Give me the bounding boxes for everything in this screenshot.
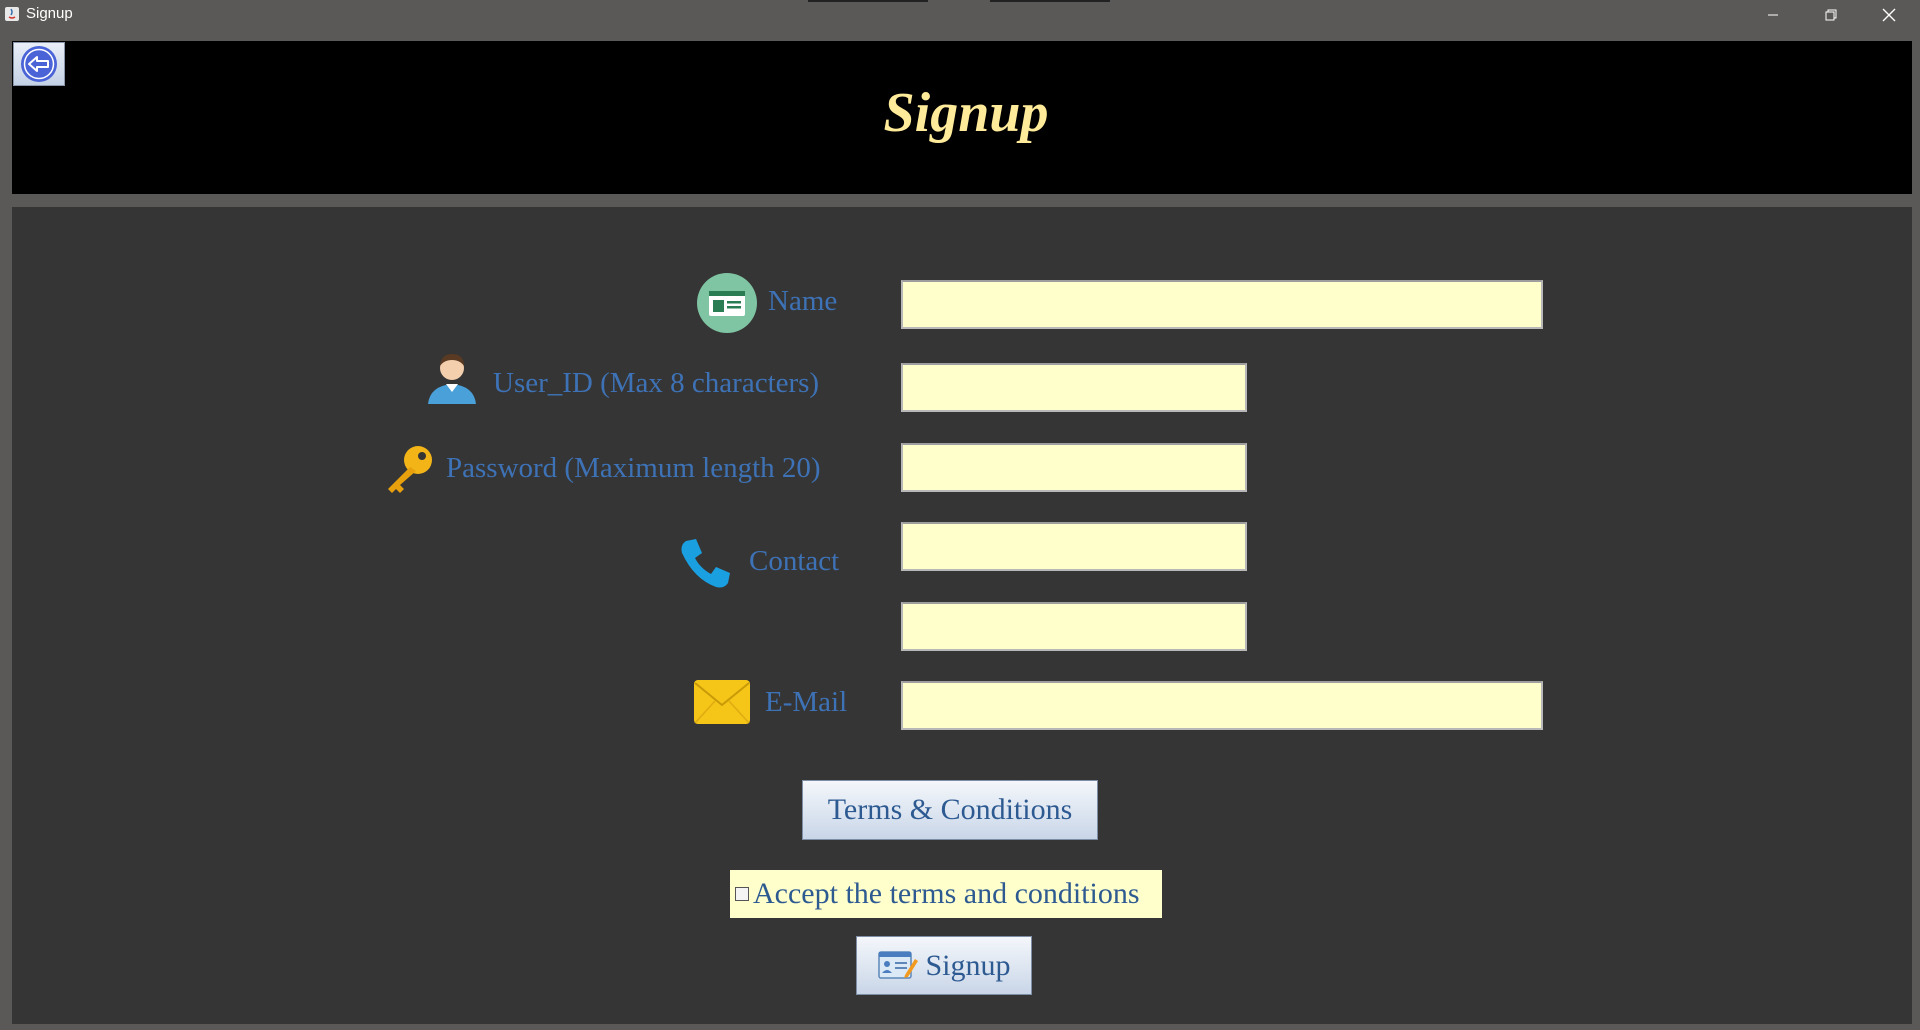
back-button[interactable] [13, 42, 65, 86]
name-field[interactable] [901, 280, 1543, 329]
titlebar-divider [808, 0, 928, 2]
contact-field-primary[interactable] [901, 522, 1247, 571]
user-id-field[interactable] [901, 363, 1247, 412]
window-titlebar: Signup [0, 0, 1920, 29]
window-title: Signup [26, 5, 73, 22]
minimize-icon [1768, 14, 1778, 15]
password-field[interactable] [901, 443, 1247, 492]
email-field[interactable] [901, 681, 1543, 730]
signup-form-icon [878, 950, 919, 979]
checkbox-box[interactable] [735, 887, 749, 901]
user-icon [428, 354, 476, 404]
password-label: Password (Maximum length 20) [446, 452, 821, 484]
key-icon [388, 446, 432, 493]
minimize-button[interactable] [1744, 0, 1802, 29]
close-button[interactable] [1860, 0, 1918, 29]
accept-terms-label: Accept the terms and conditions [753, 877, 1140, 910]
user-id-label: User_ID (Max 8 characters) [493, 367, 820, 399]
restore-icon [1825, 9, 1837, 20]
accept-terms-checkbox[interactable]: Accept the terms and conditions [730, 870, 1162, 918]
id-card-icon [697, 273, 757, 333]
contact-label: Contact [749, 545, 840, 577]
terms-conditions-button[interactable]: Terms & Conditions [802, 780, 1098, 840]
restore-button[interactable] [1802, 0, 1860, 29]
back-arrow-icon [21, 46, 57, 82]
header-panel: Signup [12, 41, 1912, 194]
java-app-icon [5, 7, 19, 21]
titlebar-divider [990, 0, 1110, 2]
terms-conditions-label: Terms & Conditions [827, 793, 1073, 826]
close-icon [1882, 8, 1896, 21]
contact-field-secondary[interactable] [901, 602, 1247, 651]
signup-button-label: Signup [925, 948, 1011, 982]
signup-button[interactable]: Signup [856, 936, 1032, 995]
envelope-icon [694, 680, 750, 724]
phone-icon [681, 539, 730, 588]
name-label: Name [768, 285, 838, 317]
page-title: Signup [883, 82, 1049, 144]
email-label: E-Mail [765, 686, 848, 718]
